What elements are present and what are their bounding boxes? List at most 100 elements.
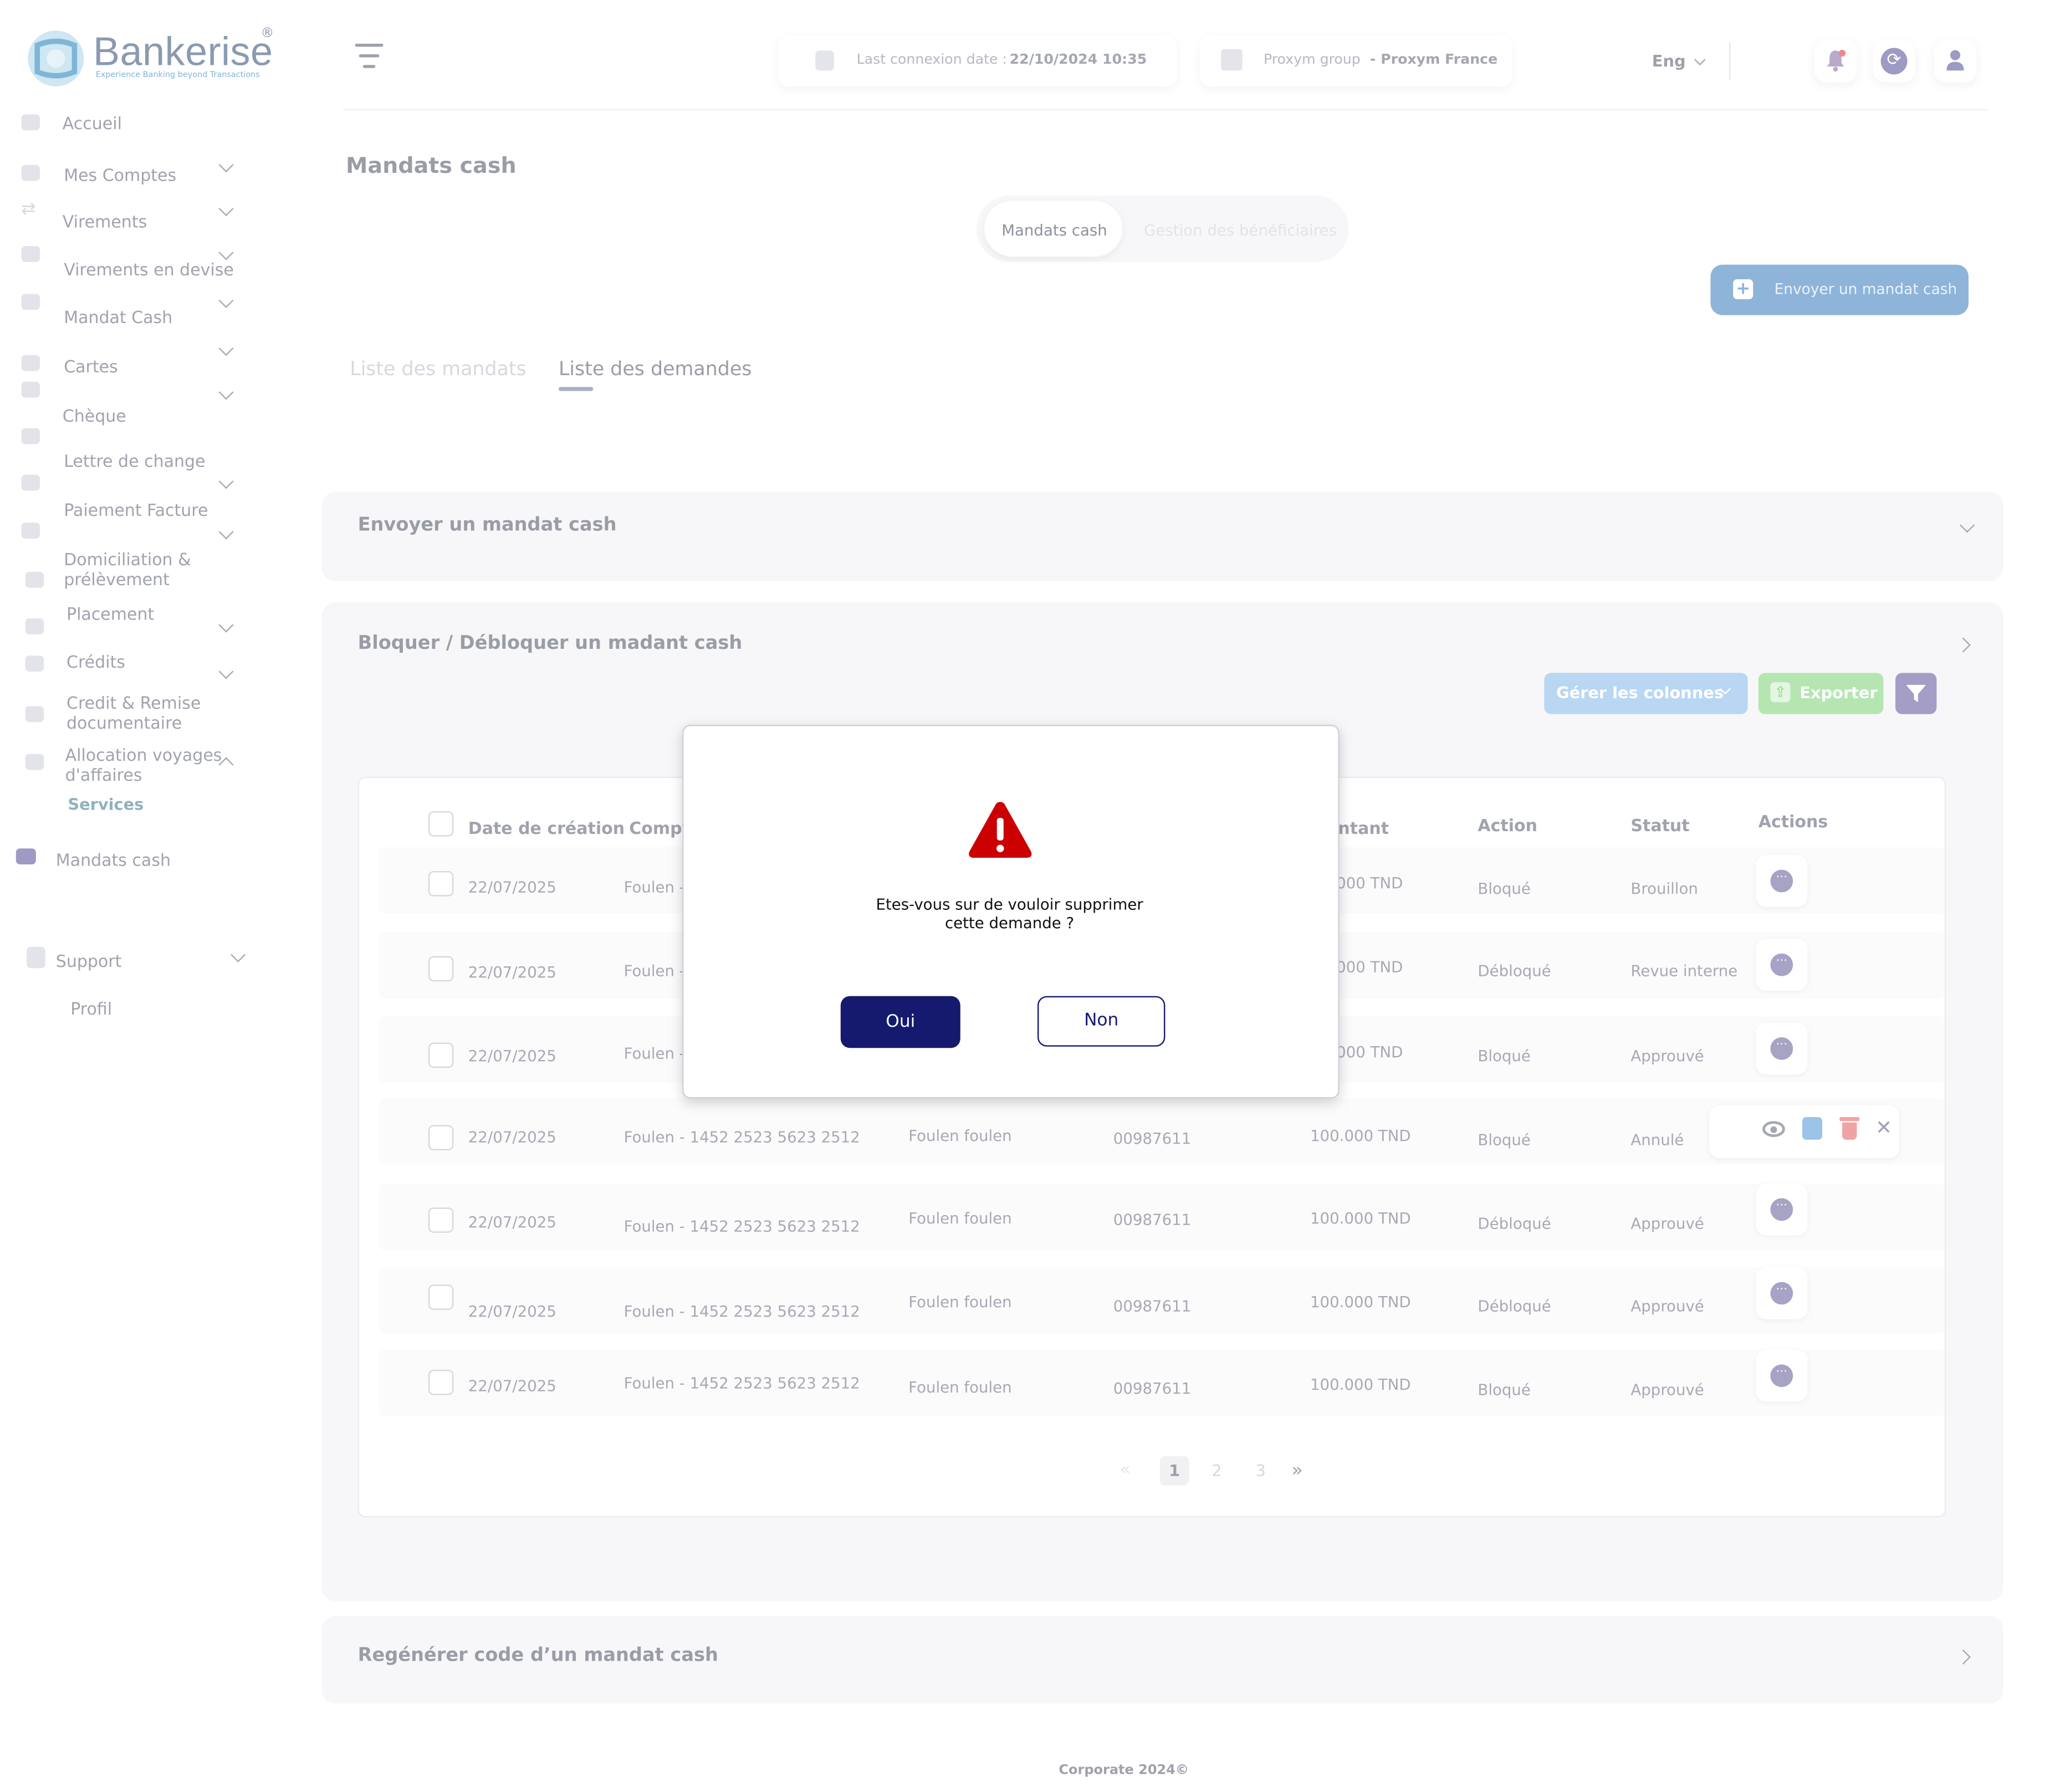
row-actions-button[interactable]: ··· [1756, 939, 1808, 991]
section-envoyer[interactable]: Envoyer un mandat cash [321, 492, 2003, 581]
cell-montant: 100.000 TND [1310, 1375, 1411, 1394]
view-icon[interactable] [1762, 1121, 1785, 1137]
brand-logo[interactable]: Bankerise ® Experience Banking beyond Tr… [24, 27, 290, 93]
cell-statut: Approuvé [1630, 1046, 1704, 1066]
edit-icon[interactable] [1802, 1117, 1823, 1140]
send-mandat-button[interactable]: + Envoyer un mandat cash [1710, 264, 1969, 315]
table-row[interactable]: 22/07/2025 Foulen - 1452 2523 5623 2512 … [379, 1267, 1945, 1334]
sidebar-item-profil[interactable]: Profil [67, 997, 200, 1021]
cell-action: Bloqué [1478, 1380, 1531, 1399]
invoice-icon [21, 474, 40, 491]
confirm-no-button[interactable]: Non [1037, 996, 1165, 1047]
sidebar-item-label: Domiciliation & [64, 549, 191, 570]
sidebar: Bankerise ® Experience Banking beyond Tr… [0, 0, 286, 1791]
row-checkbox[interactable] [428, 871, 454, 897]
chevron-down-icon [1960, 518, 1975, 533]
letter-icon [21, 428, 40, 444]
export-button[interactable]: ⇪ Exporter [1758, 673, 1884, 714]
delete-icon[interactable] [1839, 1117, 1860, 1140]
sidebar-item-domiciliation[interactable]: Domiciliation & prélèvement [21, 519, 247, 592]
filter-button[interactable] [1895, 673, 1937, 714]
header-divider [1729, 42, 1731, 80]
row-checkbox[interactable] [428, 1125, 454, 1150]
folder-icon [21, 165, 40, 181]
tab-liste-demandes[interactable]: Liste des demandes [558, 358, 752, 395]
sidebar-item-credits[interactable]: Crédits [21, 649, 247, 681]
chevron-down-icon [218, 201, 234, 217]
row-actions-button[interactable]: ··· [1756, 1022, 1808, 1075]
sidebar-item-support[interactable]: Support [27, 944, 253, 976]
sidebar-item-cheque[interactable]: Chèque [21, 379, 247, 426]
sidebar-item-label: Mandats cash [55, 849, 171, 870]
tab-liste-mandats[interactable]: Liste des mandats [349, 358, 526, 387]
chevron-right-icon[interactable] [1955, 637, 1971, 653]
section-regenerer[interactable]: Regénérer code d’un mandat cash [321, 1616, 2003, 1704]
sync-button[interactable]: ⟳ [1873, 40, 1916, 83]
row-actions-button[interactable]: ··· [1756, 1184, 1808, 1236]
modal-message: Etes-vous sur de vouloir supprimer cette… [817, 895, 1203, 932]
sidebar-item-label: Chèque [62, 406, 126, 426]
row-checkbox[interactable] [428, 956, 454, 982]
segment-mandats-cash[interactable]: Mandats cash [984, 201, 1123, 257]
table-row[interactable]: 22/07/2025 Foulen - 1452 2523 5623 2512 … [379, 1184, 1945, 1250]
select-all-checkbox[interactable] [428, 811, 454, 837]
brand-tagline: Experience Banking beyond Transactions [95, 70, 260, 80]
confirm-yes-button[interactable]: Oui [840, 996, 960, 1048]
confirm-delete-modal: Etes-vous sur de vouloir supprimer cette… [682, 725, 1340, 1099]
table-row[interactable]: 22/07/2025 Foulen - 1452 2523 5623 2512 … [379, 1350, 1945, 1416]
pagination-page-3[interactable]: 3 [1256, 1462, 1266, 1481]
group-value: - Proxym France [1370, 52, 1498, 68]
close-icon[interactable]: ✕ [1875, 1116, 1892, 1140]
sidebar-item-lettre-change[interactable]: Lettre de change [21, 426, 247, 472]
pagination-prev[interactable]: « [1120, 1460, 1131, 1480]
sidebar-item-accueil[interactable]: Accueil [21, 110, 247, 137]
language-select[interactable]: Eng [1649, 49, 1716, 76]
cell-date: 22/07/2025 [468, 1128, 556, 1146]
sidebar-item-virements[interactable]: ⇄ Virements [21, 199, 247, 232]
cell-action: Bloqué [1478, 1130, 1531, 1149]
profile-button[interactable] [1934, 40, 1977, 83]
cell-action: Débloqué [1478, 1214, 1551, 1233]
warning-icon [969, 802, 1032, 858]
sidebar-item-allocation[interactable]: Allocation voyages d'affaires [21, 742, 247, 787]
cell-statut: Approuvé [1630, 1380, 1704, 1399]
notifications-button[interactable] [1814, 40, 1857, 83]
segment-beneficiaires[interactable]: Gestion des bénéficiaires [1133, 201, 1340, 257]
pagination-page-1[interactable]: 1 [1159, 1456, 1189, 1486]
cell-action: Bloqué [1478, 1046, 1531, 1066]
sidebar-item-virements-devise[interactable]: Virements en devise [21, 245, 247, 279]
pagination-page-2[interactable]: 2 [1211, 1462, 1221, 1481]
chevron-down-icon [218, 664, 234, 679]
domiciliation-icon [21, 523, 40, 539]
sidebar-item-label: d'affaires [65, 765, 142, 785]
chevron-right-icon [1955, 1649, 1971, 1665]
chevron-down-icon [231, 947, 246, 962]
sidebar-item-mandat-cash[interactable]: Mandat Cash [21, 290, 247, 330]
row-actions-expanded: ✕ [1709, 1105, 1900, 1159]
sidebar-item-mandats-cash[interactable]: Mandats cash [16, 846, 242, 872]
sidebar-item-services[interactable]: Services [67, 792, 226, 816]
home-icon [21, 114, 40, 131]
row-checkbox[interactable] [428, 1284, 454, 1310]
sidebar-item-label: Accueil [62, 113, 122, 134]
sidebar-item-paiement-facture[interactable]: Paiement Facture [21, 472, 247, 520]
sidebar-item-mes-comptes[interactable]: Mes Comptes [21, 157, 247, 186]
currency-icon [21, 246, 40, 262]
row-actions-button[interactable]: ··· [1756, 1267, 1808, 1319]
row-checkbox[interactable] [428, 1207, 454, 1233]
pagination-next[interactable]: » [1291, 1460, 1303, 1481]
row-actions-button[interactable]: ··· [1756, 1350, 1808, 1402]
menu-toggle[interactable] [354, 40, 386, 72]
chart-icon [25, 572, 44, 588]
tab-label: Liste des demandes [559, 359, 752, 381]
cell-ref: 00987611 [1113, 1210, 1192, 1229]
manage-columns-button[interactable]: Gérer les colonnes [1544, 673, 1748, 714]
sidebar-item-placement[interactable]: Placement [21, 601, 247, 634]
table-row[interactable]: 22/07/2025 Foulen - 1452 2523 5623 2512 … [379, 1098, 1945, 1165]
row-actions-button[interactable]: ··· [1756, 855, 1808, 907]
row-checkbox[interactable] [428, 1042, 454, 1068]
row-checkbox[interactable] [428, 1370, 454, 1395]
sidebar-item-credit-remise[interactable]: Credit & Remise documentaire [21, 690, 247, 736]
sidebar-item-cartes[interactable]: Cartes [21, 338, 247, 378]
building-icon [1221, 49, 1243, 71]
